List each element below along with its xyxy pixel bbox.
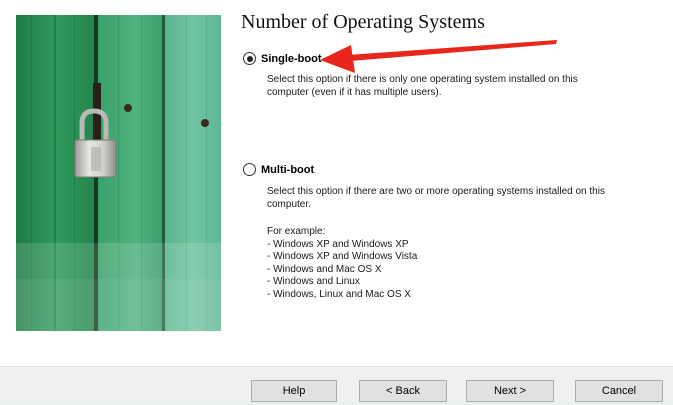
multi-boot-description-line: Select this option if there are two or m…: [267, 186, 605, 197]
padlock-door-illustration: [16, 15, 221, 331]
back-button[interactable]: < Back: [359, 380, 447, 402]
page-title: Number of Operating Systems: [241, 11, 485, 33]
single-boot-description-line: computer (even if it has multiple users)…: [267, 86, 442, 98]
example-list: - Windows XP and Windows XP - Windows XP…: [267, 239, 417, 302]
example-item: - Windows and Mac OS X: [267, 263, 382, 275]
multi-boot-label[interactable]: Multi-boot: [261, 164, 314, 176]
radio-unchecked-icon[interactable]: [243, 163, 256, 176]
single-boot-label[interactable]: Single-boot: [261, 53, 322, 65]
multi-boot-description-line: computer.: [267, 198, 311, 210]
example-block: For example: - Windows XP and Windows XP…: [267, 226, 417, 301]
example-item: - Windows, Linux and Mac OS X: [267, 288, 411, 300]
multi-boot-radio[interactable]: Multi-boot: [243, 163, 314, 176]
next-button[interactable]: Next >: [466, 380, 554, 402]
radio-checked-icon[interactable]: [243, 52, 256, 65]
example-item: - Windows and Linux: [267, 276, 360, 287]
single-boot-description-line: Select this option if there is only one …: [267, 74, 578, 85]
example-heading: For example:: [267, 226, 326, 237]
example-item: - Windows XP and Windows XP: [267, 238, 409, 250]
single-boot-description: Select this option if there is only one …: [267, 74, 578, 99]
help-button[interactable]: Help: [251, 380, 337, 402]
single-boot-radio[interactable]: Single-boot: [243, 52, 322, 65]
multi-boot-description: Select this option if there are two or m…: [267, 186, 605, 211]
example-item: - Windows XP and Windows Vista: [267, 251, 418, 262]
cancel-button[interactable]: Cancel: [575, 380, 663, 402]
padlock-door-image: [16, 15, 221, 331]
